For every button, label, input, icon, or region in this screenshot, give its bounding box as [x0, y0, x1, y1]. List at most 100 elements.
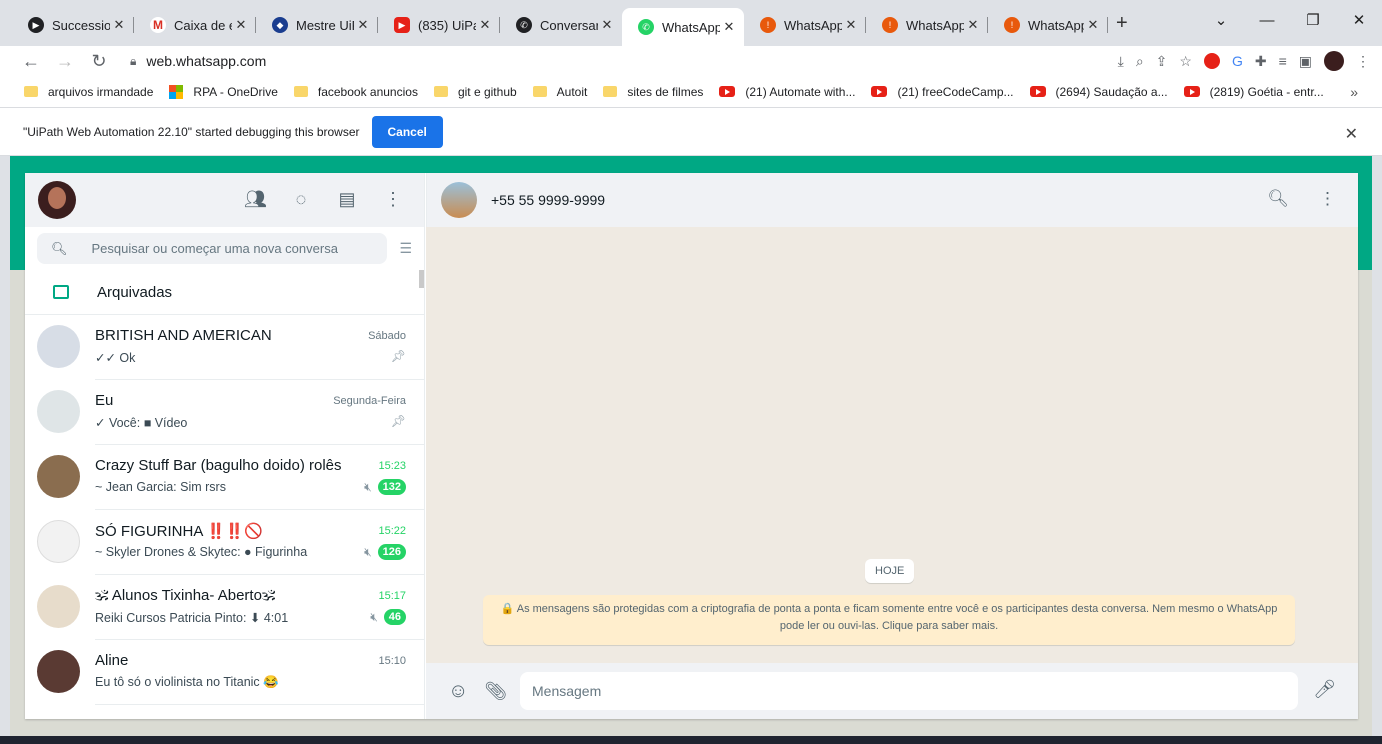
bookmark-automate-with[interactable]: (21) Automate with... [719, 85, 855, 99]
close-tab-icon[interactable]: ✕ [842, 17, 860, 33]
filter-icon[interactable]: ☰ [399, 240, 412, 257]
new-chat-icon[interactable]: ▤ [336, 189, 358, 210]
chat-item[interactable]: BRITISH AND AMERICAN Sábado ✓✓ Ok 📌︎ [25, 315, 424, 380]
bookmark-arquivos-irmandade[interactable]: arquivos irmandade [24, 85, 153, 99]
forward-button[interactable]: → [48, 51, 82, 72]
tab-whatsapp-4[interactable]: ! WhatsApp ✕ [988, 10, 1108, 40]
contact-name[interactable]: +55 55 9999-9999 [491, 192, 605, 208]
chat-item[interactable]: Aline 15:10 Eu tô só o violinista no Tit… [25, 640, 424, 705]
close-tab-icon[interactable]: ✕ [598, 17, 616, 33]
chat-time: Sábado [368, 330, 406, 342]
media-control-icon[interactable]: ≡ [1279, 53, 1287, 69]
bookmark-label: arquivos irmandade [48, 84, 154, 99]
tab-label: Mestre UiP [296, 17, 354, 33]
extensions-puzzle-icon[interactable]: ✚ [1255, 53, 1267, 70]
bookmark-sites-de-filmes[interactable]: sites de filmes [603, 85, 703, 99]
close-tab-icon[interactable]: ✕ [232, 17, 250, 33]
attach-icon[interactable]: 📎︎ [484, 681, 507, 702]
tab-label: WhatsApp [662, 19, 720, 35]
tab-whatsapp-2[interactable]: ! WhatsApp ✕ [744, 10, 866, 40]
close-tab-icon[interactable]: ✕ [1084, 17, 1102, 33]
share-icon[interactable]: ⇪ [1156, 53, 1168, 70]
microphone-icon[interactable]: 🎤︎ [1313, 679, 1336, 700]
search-placeholder: Pesquisar ou começar uma nova conversa [91, 241, 338, 256]
close-tab-icon[interactable]: ✕ [354, 17, 372, 33]
close-infobar-icon[interactable]: ✕ [1345, 124, 1358, 144]
academy-icon: ◆ [272, 17, 288, 33]
emoji-icon[interactable]: ☺ [448, 680, 468, 703]
bookmark-rpa-onedrive[interactable]: RPA - OneDrive [169, 84, 278, 99]
scrollbar[interactable] [419, 270, 424, 288]
gmail-icon: M [150, 17, 166, 33]
menu-kebab-icon[interactable]: ⋮ [1356, 53, 1370, 70]
contact-avatar[interactable] [441, 182, 477, 218]
restore-button[interactable]: ❐ [1290, 11, 1336, 29]
bookmark-git-e-github[interactable]: git e github [433, 85, 517, 99]
bookmark-label: (21) freeCodeCamp... [897, 84, 1014, 99]
close-tab-icon[interactable]: ✕ [110, 17, 128, 33]
back-button[interactable]: ← [14, 51, 48, 72]
search-input[interactable]: 🔍︎ Pesquisar ou começar uma nova convers… [37, 233, 387, 264]
tab-youtube[interactable]: ▶ (835) UiPat ✕ [378, 10, 500, 40]
encryption-notice[interactable]: 🔒 As mensagens são protegidas com a crip… [483, 595, 1295, 645]
folder-icon [603, 86, 618, 97]
chat-item[interactable]: 🕉 Alunos Tixinha- Aberto🕉 15:17 Reiki Cu… [25, 575, 424, 640]
message-input[interactable]: Mensagem [520, 672, 1298, 710]
status-icon[interactable]: ◌ [290, 189, 312, 210]
message-placeholder: Mensagem [532, 683, 602, 699]
translate-extension-icon[interactable]: G [1232, 53, 1243, 69]
bookmark-star-icon[interactable]: ☆ [1179, 53, 1192, 70]
bookmark-freecodecamp[interactable]: (21) freeCodeCamp... [871, 84, 1014, 99]
bookmark-label: (21) Automate with... [745, 84, 856, 99]
chat-item[interactable]: Crazy Stuff Bar (bagulho doido) rolês 15… [25, 445, 424, 510]
pin-icon: 📌︎ [390, 349, 406, 363]
tab-succession[interactable]: ▶ Succession ✕ [12, 10, 134, 40]
tab-whatsapp-active[interactable]: ✆ WhatsApp ✕ [622, 8, 744, 46]
chat-avatar [37, 455, 80, 498]
bookmark-goetia[interactable]: (2819) Goétia - entr... [1183, 85, 1324, 99]
reload-button[interactable]: ↻ [82, 51, 116, 72]
play-circle-icon: ▶ [28, 17, 44, 33]
bookmark-saudacao[interactable]: (2694) Saudação a... [1029, 85, 1168, 99]
bookmark-autoit[interactable]: Autoit [532, 85, 587, 99]
cancel-debugging-button[interactable]: Cancel [371, 115, 443, 148]
chat-list-panel: 👥︎ ◌ ▤ ⋮ 🔍︎ Pesquisar ou começar uma nov… [25, 173, 425, 719]
os-taskbar [0, 736, 1382, 744]
search-messages-icon[interactable]: 🔍︎ [1267, 189, 1289, 209]
tab-label: WhatsApp [784, 17, 842, 33]
conversation-menu-icon[interactable]: ⋮ [1319, 189, 1336, 209]
tab-conversar[interactable]: ✆ Conversar ✕ [500, 10, 622, 40]
close-window-button[interactable]: ✕ [1336, 11, 1382, 29]
tab-gmail[interactable]: M Caixa de e ✕ [134, 10, 256, 40]
chat-time: Segunda-Feira [333, 395, 406, 407]
muted-icon: 🔇︎ [370, 609, 378, 624]
compose-bar: ☺ 📎︎ Mensagem 🎤︎ [426, 663, 1358, 719]
tab-search-icon[interactable]: ⌄ [1198, 11, 1244, 29]
minimize-button[interactable]: — [1244, 12, 1290, 29]
menu-icon[interactable]: ⋮ [382, 189, 404, 210]
chat-item[interactable]: Eu Segunda-Feira ✓ Você: ■ Vídeo 📌︎ [25, 380, 424, 445]
whatsapp-icon: ✆ [638, 19, 654, 35]
tab-mestre-uipath[interactable]: ◆ Mestre UiP ✕ [256, 10, 378, 40]
more-bookmarks-icon[interactable]: » [1350, 84, 1358, 100]
close-tab-icon[interactable]: ✕ [964, 17, 982, 33]
zoom-icon[interactable]: ⌕ [1136, 53, 1144, 70]
install-app-icon[interactable]: ⤓ [1118, 53, 1124, 70]
close-tab-icon[interactable]: ✕ [476, 17, 494, 33]
user-avatar[interactable] [38, 181, 76, 219]
archived-chats[interactable]: Arquivadas [25, 270, 424, 315]
bookmark-facebook-anuncios[interactable]: facebook anuncios [293, 85, 418, 99]
communities-icon[interactable]: 👥︎ [244, 189, 267, 210]
tab-whatsapp-3[interactable]: ! WhatsApp ✕ [866, 10, 988, 40]
close-tab-icon[interactable]: ✕ [720, 19, 738, 35]
adblock-extension-icon[interactable] [1203, 53, 1220, 69]
lock-icon[interactable]: 🔒︎ [130, 54, 136, 69]
chat-avatar [37, 585, 80, 628]
profile-avatar[interactable] [1324, 51, 1344, 71]
side-panel-icon[interactable]: ▣ [1299, 53, 1312, 70]
youtube-icon: ▶ [394, 17, 410, 33]
whatsapp-page: 👥︎ ◌ ▤ ⋮ 🔍︎ Pesquisar ou começar uma nov… [10, 156, 1372, 744]
chat-item[interactable]: SÓ FIGURINHA ‼️‼️🚫 15:22 ~ Skyler Drones… [25, 510, 424, 575]
conversation-header[interactable]: +55 55 9999-9999 🔍︎ ⋮ [426, 173, 1358, 227]
new-tab-button[interactable]: + [1116, 12, 1128, 35]
